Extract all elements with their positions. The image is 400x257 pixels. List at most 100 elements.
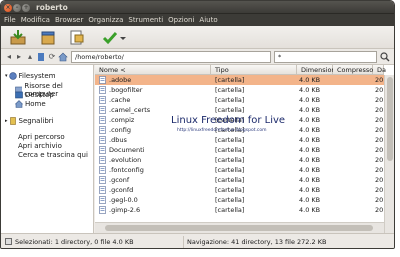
file-name: .adobe (109, 76, 132, 84)
vertical-scroll-thumb[interactable] (387, 77, 393, 161)
sidebar-filesystem-header[interactable]: ▾ Filesystem (5, 72, 56, 80)
file-name: .cache (109, 96, 131, 104)
file-size: 4.0 KB (299, 126, 321, 134)
extract-icon (10, 30, 26, 45)
file-size: 4.0 KB (299, 146, 321, 154)
search-button[interactable] (378, 51, 392, 63)
file-icon (99, 116, 106, 124)
add-to-archive-button[interactable] (39, 29, 57, 46)
sidebar-bookmarks-header[interactable]: ▸ Segnalibri (5, 117, 54, 125)
file-size: 4.0 KB (299, 86, 321, 94)
bookmarks-icon (9, 117, 16, 125)
file-name: .evolution (109, 156, 142, 164)
table-row[interactable]: .gegl-0.0 [cartella] 4.0 KB 20 (95, 195, 384, 205)
test-archive-button[interactable] (101, 29, 119, 46)
file-size: 4.0 KB (299, 196, 321, 204)
selection-status: Selezionati: 1 directory, 0 file 4.0 KB (15, 238, 134, 246)
file-size: 4.0 KB (299, 116, 321, 124)
table-row[interactable]: .evolution [cartella] 4.0 KB 20 (95, 155, 384, 165)
sidebar-item-home[interactable]: Home (15, 100, 46, 108)
archive-icon (41, 31, 55, 45)
location-bar: ◂ ▸ ▴ ⟳ /home/roberto/ * (1, 49, 394, 65)
file-name: .bogofilter (109, 86, 143, 94)
bookmark-toggle-button[interactable] (36, 52, 46, 62)
column-header-name[interactable]: Nome < (95, 65, 211, 75)
file-type: [cartella] (215, 136, 245, 144)
table-row[interactable]: .gconfd [cartella] 4.0 KB 20 (95, 185, 384, 195)
status-icon (5, 238, 12, 245)
status-bar: Selezionati: 1 directory, 0 file 4.0 KB … (1, 233, 394, 248)
file-icon (99, 166, 106, 174)
menu-file[interactable]: File (4, 16, 16, 24)
file-type: [cartella] (215, 86, 245, 94)
test-options-dropdown[interactable] (119, 29, 127, 46)
search-drag-here-link[interactable]: Cerca e trascina qui (18, 151, 88, 159)
file-icon (99, 176, 106, 184)
column-header-compressed[interactable]: Compresso (333, 65, 373, 75)
column-header-date[interactable]: Da (373, 65, 386, 75)
horizontal-scroll-thumb[interactable] (105, 225, 373, 231)
file-icon (99, 196, 106, 204)
file-type: [cartella] (215, 96, 245, 104)
file-size: 4.0 KB (299, 166, 321, 174)
table-row[interactable]: .cache [cartella] 4.0 KB 20 (95, 95, 384, 105)
refresh-button[interactable]: ⟳ (47, 52, 57, 62)
table-row[interactable]: Documenti [cartella] 4.0 KB 20 (95, 145, 384, 155)
window-title: roberto (36, 3, 68, 12)
column-header-type[interactable]: Tipo (211, 65, 297, 75)
menu-opzioni[interactable]: Opzioni (168, 16, 194, 24)
open-path-link[interactable]: Apri percorso (18, 133, 65, 141)
file-name: .gegl-0.0 (109, 196, 138, 204)
table-row[interactable]: .camel_certs [cartella] 4.0 KB 20 (95, 105, 384, 115)
checkmark-icon (102, 32, 118, 45)
file-type: [cartella] (215, 186, 245, 194)
table-row[interactable]: .gimp-2.6 [cartella] 4.0 KB 20 (95, 205, 384, 215)
column-header-size[interactable]: Dimensioni (297, 65, 337, 75)
table-row[interactable]: .dbus [cartella] 4.0 KB 20 (95, 135, 384, 145)
file-manager-window: × – + roberto File Modifica Browser Orga… (0, 0, 395, 249)
home-icon (58, 52, 68, 62)
file-name: Documenti (109, 146, 145, 154)
title-bar[interactable]: × – + roberto (1, 1, 394, 14)
file-name: .fontconfig (109, 166, 144, 174)
filter-input[interactable]: * (274, 51, 377, 63)
sidebar-item-desktop[interactable]: Desktop (15, 91, 54, 99)
file-size: 4.0 KB (299, 206, 321, 214)
vertical-scrollbar[interactable] (384, 75, 394, 233)
file-type: [cartella] (215, 76, 245, 84)
table-row[interactable]: .gconf [cartella] 4.0 KB 20 (95, 175, 384, 185)
file-icon (99, 146, 106, 154)
file-size: 4.0 KB (299, 96, 321, 104)
open-archive-link[interactable]: Apri archivio (18, 142, 62, 150)
file-size: 4.0 KB (299, 186, 321, 194)
up-button[interactable]: ▴ (25, 52, 35, 62)
horizontal-scrollbar[interactable] (95, 222, 384, 233)
forward-button[interactable]: ▸ (14, 52, 24, 62)
file-name: .gconf (109, 176, 130, 184)
watermark-title: Linux Freedom for Live (171, 115, 286, 126)
search-icon (380, 52, 390, 62)
menu-strumenti[interactable]: Strumenti (128, 16, 163, 24)
back-button[interactable]: ◂ (4, 52, 14, 62)
menu-aiuto[interactable]: Aiuto (199, 16, 217, 24)
minimize-window-button[interactable]: – (13, 4, 21, 12)
menu-modifica[interactable]: Modifica (21, 16, 50, 24)
bookmark-icon (38, 53, 44, 61)
desktop-icon (15, 91, 23, 99)
path-input[interactable]: /home/roberto/ (71, 51, 271, 63)
menu-bar: File Modifica Browser Organizza Strument… (1, 14, 394, 26)
menu-browser[interactable]: Browser (55, 16, 83, 24)
menu-organizza[interactable]: Organizza (88, 16, 123, 24)
table-row[interactable]: .bogofilter [cartella] 4.0 KB 20 (95, 85, 384, 95)
file-icon (99, 106, 106, 114)
new-archive-button[interactable] (67, 29, 85, 46)
filesystem-icon (8, 72, 17, 80)
home-button[interactable] (58, 52, 68, 62)
extract-archive-button[interactable] (9, 29, 27, 46)
table-row[interactable]: .fontconfig [cartella] 4.0 KB 20 (95, 165, 384, 175)
maximize-window-button[interactable]: + (22, 4, 30, 12)
file-icon (99, 186, 106, 194)
table-row[interactable]: .adobe [cartella] 4.0 KB 20 (95, 75, 384, 85)
file-name: .camel_certs (109, 106, 151, 114)
close-window-button[interactable]: × (4, 4, 12, 12)
